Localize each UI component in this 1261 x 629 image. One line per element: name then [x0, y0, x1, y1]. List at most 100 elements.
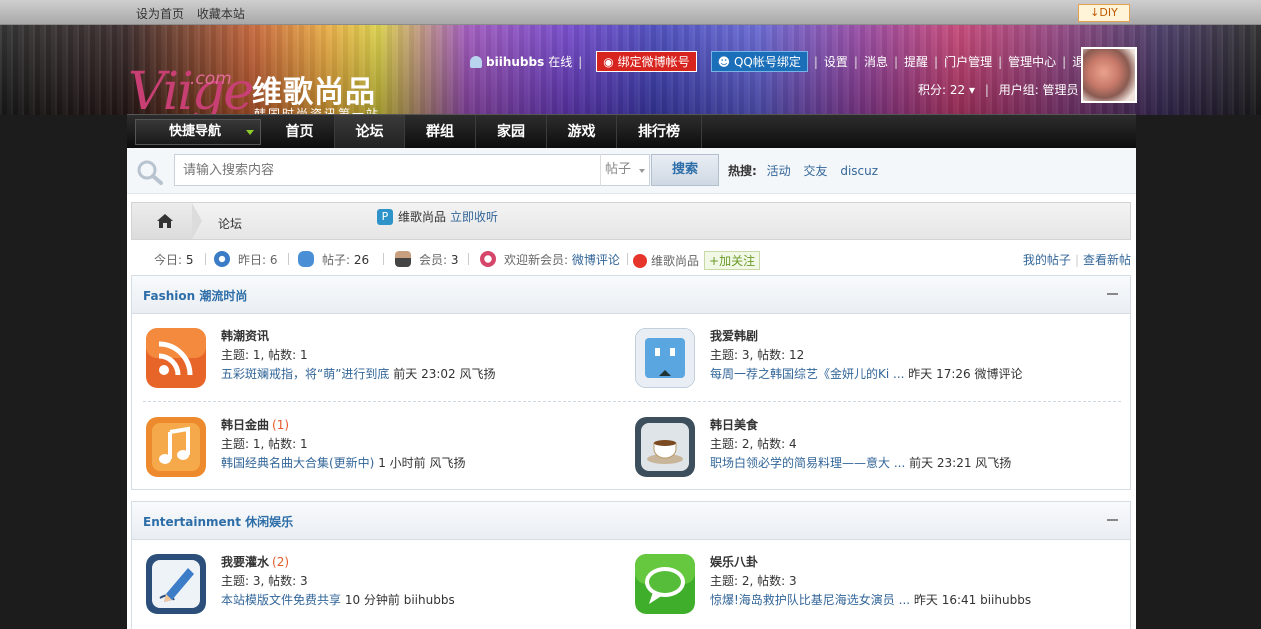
forum-name-text: 韩日美食: [710, 418, 759, 432]
category-header: Entertainment 休闲娱乐: [132, 502, 1130, 540]
forum-name[interactable]: 娱乐八卦: [710, 553, 758, 570]
hot-search-discuz[interactable]: discuz: [840, 164, 878, 178]
logo-com: .com: [190, 69, 232, 89]
separator: |: [1062, 54, 1067, 69]
settings-link[interactable]: 设置: [824, 53, 848, 70]
diy-label: DIY: [1099, 6, 1118, 19]
search-type-select[interactable]: 帖子: [600, 154, 650, 186]
search-input[interactable]: [174, 154, 601, 186]
yesterday-icon: [214, 251, 230, 267]
forum-name[interactable]: 韩日金曲 (1): [221, 416, 289, 433]
set-home-link[interactable]: 设为首页: [136, 7, 184, 21]
forum-name[interactable]: 我爱韩剧: [710, 327, 758, 344]
top-utility-bar: 设为首页 收藏本站 ↓DIY: [0, 0, 1261, 25]
my-posts-link[interactable]: 我的帖子: [1023, 253, 1071, 267]
chat-bubble-icon[interactable]: [635, 554, 695, 614]
home-icon: [157, 214, 173, 228]
category-title[interactable]: Fashion 潮流时尚: [143, 287, 247, 304]
stat-welcome: 欢迎新会员: 微博评论: [480, 251, 620, 268]
stat-welcome-label: 欢迎新会员:: [504, 253, 569, 267]
breadcrumb-forum[interactable]: 论坛: [218, 215, 242, 232]
stat-yesterday: 昨日: 6: [214, 251, 278, 268]
last-post-link[interactable]: 每周一荐之韩国综艺《金妍儿的Ki ...: [710, 367, 904, 381]
nav-item-groups[interactable]: 群组: [405, 115, 476, 148]
online-status: 在线: [548, 55, 573, 69]
bind-weibo-label: 绑定微博帐号: [617, 55, 690, 69]
stat-today: 今日: 5: [154, 251, 194, 268]
nav-item-home[interactable]: 首页: [265, 115, 335, 148]
diy-button[interactable]: ↓DIY: [1078, 4, 1130, 22]
avatar[interactable]: [1081, 47, 1137, 103]
breadcrumb: 论坛 P 维歌尚品 立即收听: [131, 202, 1131, 240]
messages-link[interactable]: 消息: [864, 53, 888, 70]
forum-stats: 主题: 3, 帖数: 3: [221, 574, 308, 588]
stat-yesterday-value: 6: [269, 253, 278, 267]
usergroup-label[interactable]: 用户组: 管理员: [999, 83, 1079, 97]
user-info-line: 积分: 22 ▾ | 用户组: 管理员: [918, 81, 1079, 98]
points-label: 积分: 22: [918, 83, 966, 97]
chevron-down-icon: ▾: [968, 83, 975, 97]
forum-name[interactable]: 韩日美食: [710, 416, 758, 433]
last-post-link[interactable]: 惊爆!海岛救护队比基尼海选女演员 ...: [710, 593, 910, 607]
forum-stats: 主题: 1, 帖数: 1: [221, 437, 308, 451]
last-post-meta: 昨天 16:41 biihubbs: [910, 593, 1032, 607]
category-title[interactable]: Entertainment 休闲娱乐: [143, 513, 293, 530]
stat-posts-label: 帖子:: [322, 253, 351, 267]
last-post-link[interactable]: 韩国经典名曲大合集(更新中): [221, 456, 374, 470]
reminders-link[interactable]: 提醒: [904, 53, 928, 70]
nav-item-rankings[interactable]: 排行榜: [617, 115, 702, 148]
admin-center-link[interactable]: 管理中心: [1008, 53, 1056, 70]
bind-weibo-button[interactable]: ◉ 绑定微博帐号: [596, 51, 697, 72]
forum-name-text: 韩潮资讯: [221, 329, 270, 343]
nav-item-games[interactable]: 游戏: [547, 115, 617, 148]
points-dropdown[interactable]: 积分: 22 ▾: [918, 83, 975, 97]
quick-nav-label: 快捷导航: [169, 124, 222, 139]
new-post-count: (2): [272, 555, 290, 569]
bind-qq-button[interactable]: ☻ QQ帐号绑定: [710, 51, 808, 72]
last-post-link[interactable]: 本站模版文件免费共享: [221, 593, 341, 607]
collapse-icon[interactable]: [1107, 293, 1118, 295]
follow-button[interactable]: +加关注: [704, 251, 761, 270]
forum-item: 韩日美食 主题: 2, 帖数: 4 职场白领必学的简易料理——意大 ... 前天…: [631, 415, 1101, 485]
new-posts-link[interactable]: 查看新帖: [1083, 253, 1131, 267]
collapse-icon[interactable]: [1107, 519, 1118, 521]
search-button[interactable]: 搜索: [651, 154, 719, 186]
forum-name[interactable]: 我要灌水 (2): [221, 553, 289, 570]
separator: |: [984, 83, 989, 97]
stat-members: 会员: 3: [395, 251, 459, 268]
portal-admin-link[interactable]: 门户管理: [944, 53, 992, 70]
stat-posts: 帖子: 26: [298, 251, 369, 268]
coffee-icon[interactable]: [635, 417, 695, 477]
search-icon: [137, 160, 163, 185]
nav-item-forum[interactable]: 论坛: [335, 115, 405, 148]
forum-name[interactable]: 韩潮资讯: [221, 327, 269, 344]
last-post-meta: 10 分钟前 biihubbs: [341, 593, 455, 607]
music-icon[interactable]: [146, 417, 206, 477]
hot-search-dating[interactable]: 交友: [803, 164, 827, 178]
forum-name-text: 娱乐八卦: [710, 555, 759, 569]
last-post-meta: 昨天 17:26 微博评论: [904, 367, 1023, 381]
new-member-link[interactable]: 微博评论: [572, 253, 620, 267]
quick-nav-button[interactable]: 快捷导航: [135, 119, 261, 145]
hot-search-label: 热搜:: [728, 164, 757, 178]
tv-icon[interactable]: [635, 328, 695, 388]
bookmark-link[interactable]: 收藏本站: [197, 7, 245, 21]
username-link[interactable]: biihubbs: [486, 55, 544, 69]
chevron-down-icon: [639, 169, 645, 173]
rss-icon[interactable]: [146, 328, 206, 388]
posts-icon: [298, 251, 314, 267]
collect-link[interactable]: 立即收听: [450, 208, 498, 225]
breadcrumb-home[interactable]: [132, 203, 202, 239]
nav-item-home-space[interactable]: 家园: [476, 115, 547, 148]
forum-name-text: 韩日金曲: [221, 418, 270, 432]
user-icon: [470, 55, 482, 68]
separator: |: [813, 54, 818, 69]
last-post-link[interactable]: 职场白领必学的简易料理——意大 ...: [710, 456, 905, 470]
site-name: 维歌尚品: [398, 210, 447, 224]
pencil-icon[interactable]: [146, 554, 206, 614]
category-entertainment: Entertainment 休闲娱乐 我要灌水 (2) 主题: 3, 帖数: 3 …: [131, 501, 1131, 629]
search-bar: 帖子 搜索 热搜: 活动 交友 discuz: [127, 148, 1136, 194]
weibo-follow: 维歌尚品 +加关注: [633, 251, 761, 270]
hot-search-activity[interactable]: 活动: [767, 164, 791, 178]
last-post-link[interactable]: 五彩斑斓戒指，将“萌”进行到底: [221, 367, 389, 381]
